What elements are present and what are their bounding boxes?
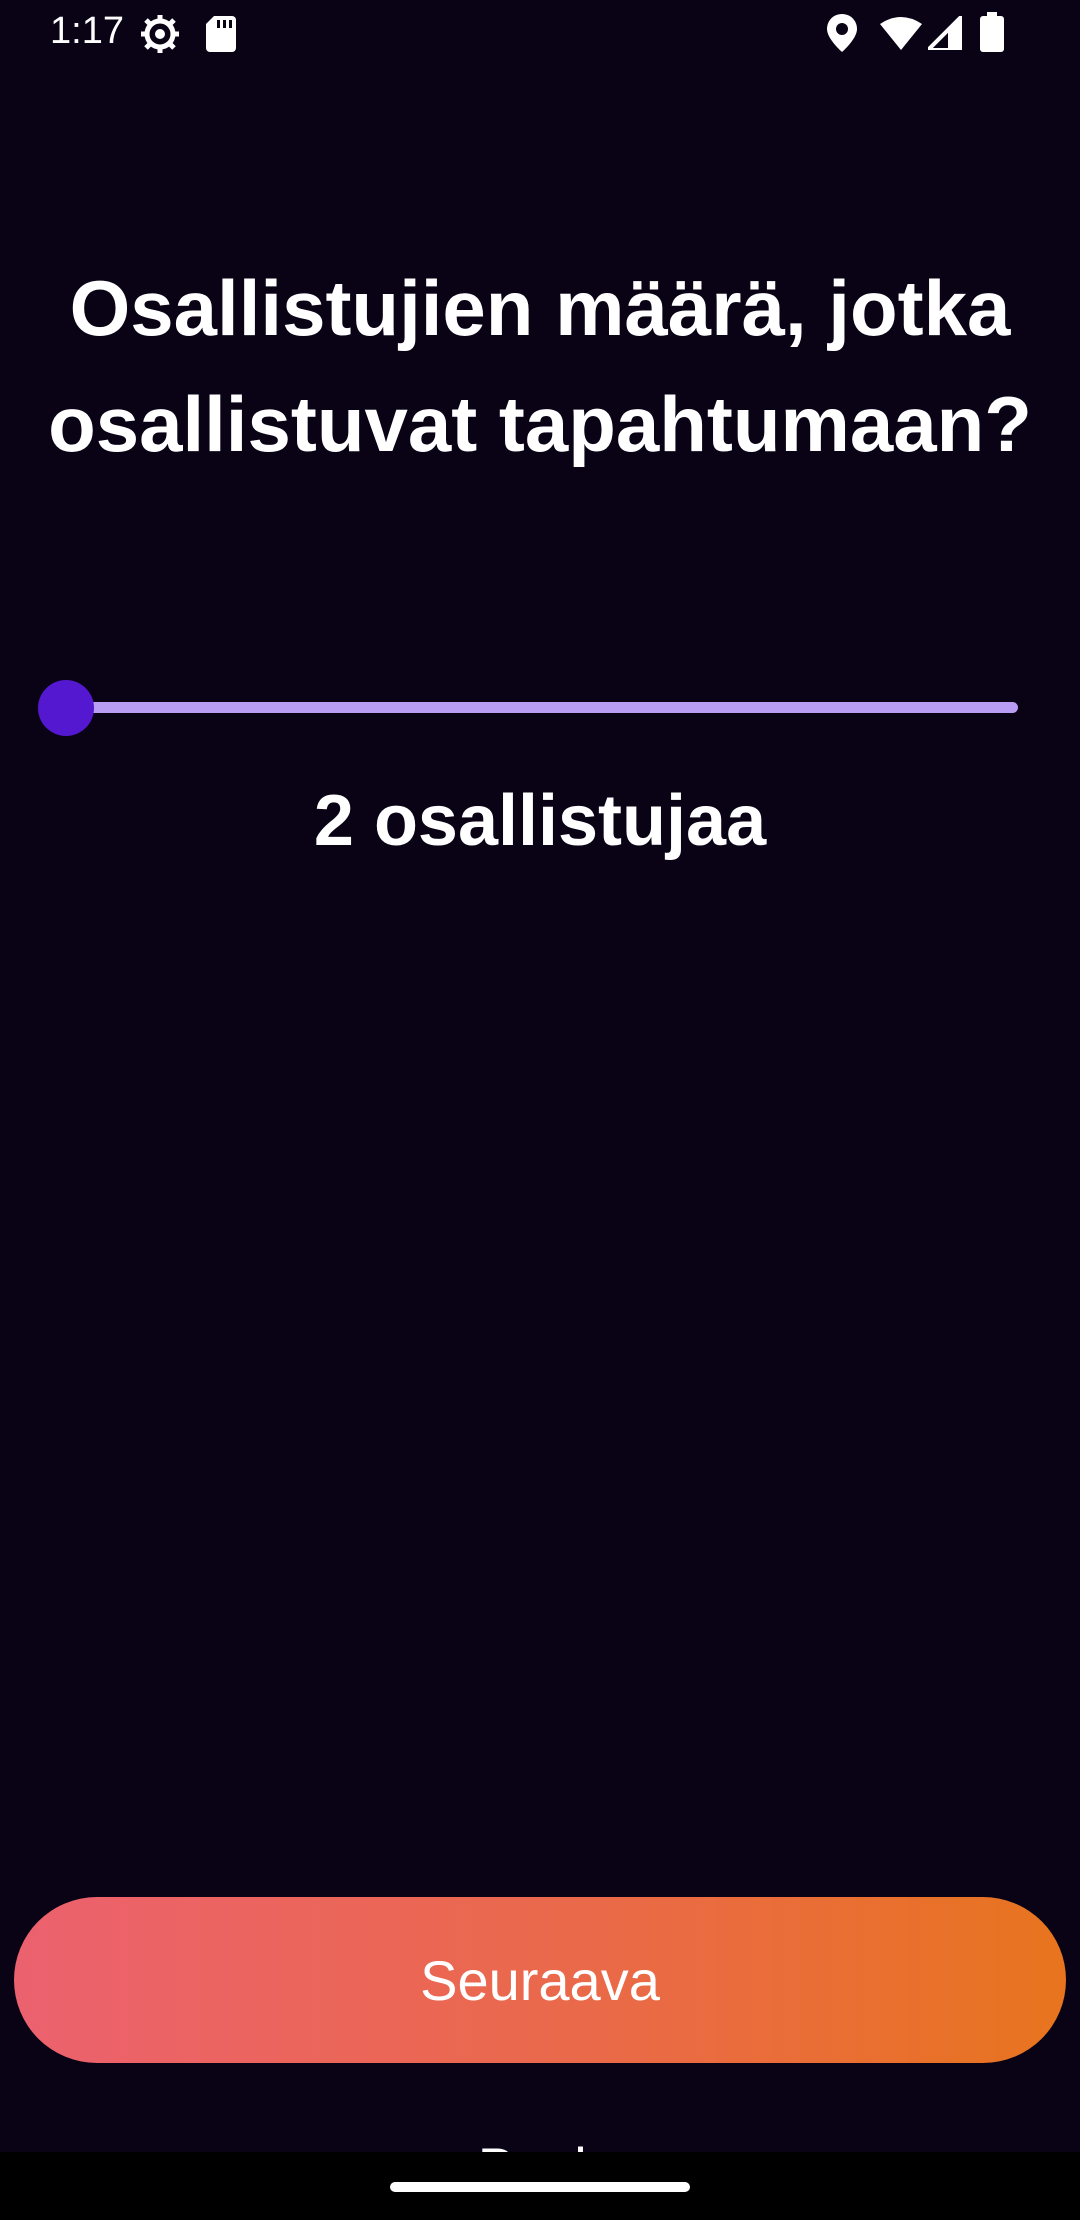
settings-icon — [140, 14, 180, 59]
participant-count-slider[interactable] — [38, 680, 1018, 736]
battery-icon — [980, 12, 1004, 57]
sd-card-icon — [206, 16, 236, 57]
status-bar: 1:17 — [0, 0, 1080, 66]
participant-count-value: 2 osallistujaa — [313, 781, 767, 861]
status-time: 1:17 — [50, 10, 124, 52]
signal-icon — [923, 11, 964, 55]
next-button[interactable]: Seuraava — [14, 1897, 1066, 2063]
navigation-bar — [0, 2152, 1080, 2220]
question-title: Osallistujien määrä, jotka osallistuvat … — [48, 264, 1032, 468]
next-button-label: Seuraava — [420, 1948, 660, 2012]
back-button-label: Back — [478, 2136, 603, 2152]
slider-thumb[interactable] — [38, 680, 94, 736]
wifi-icon — [880, 16, 922, 55]
slider-track[interactable] — [66, 702, 1018, 713]
location-icon — [826, 14, 858, 57]
home-indicator[interactable] — [390, 2182, 690, 2192]
back-button[interactable]: Back — [0, 2128, 1080, 2152]
